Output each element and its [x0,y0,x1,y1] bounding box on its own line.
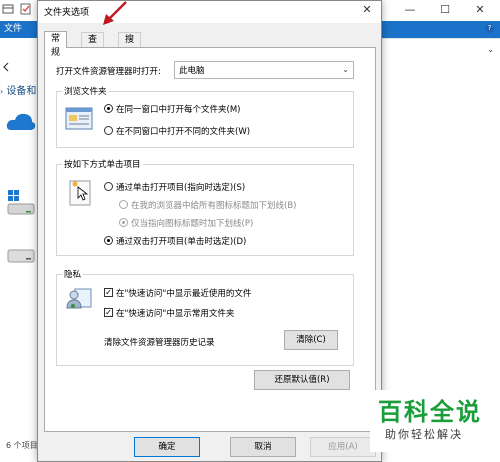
drive-icon[interactable] [6,244,36,266]
devices-section-label[interactable]: › 设备和 [0,82,36,97]
dialog-title-bar: 文件夹选项 ✕ [38,1,381,23]
open-explorer-label: 打开文件资源管理器时打开: [56,67,161,77]
clear-history-label: 清除文件资源管理器历史记录 [104,338,215,348]
same-window-radio[interactable] [104,104,113,113]
tab-view[interactable]: 查看 [81,32,105,59]
frequent-folders-checkbox[interactable]: ✓ [104,308,113,317]
watermark-title: 百科全说 [378,398,482,426]
browse-folders-title: 浏览文件夹 [62,85,109,97]
underline-all-label[interactable]: 在我的浏览器中给所有图标标题加下划线(B) [131,199,296,211]
privacy-users-icon [65,286,93,312]
watermark-subtitle: 助你轻松解决 [385,428,463,441]
tab-general[interactable]: 常规 [44,31,68,58]
close-button[interactable]: ✕ [465,0,495,18]
browse-folders-group: 浏览文件夹 [56,85,354,148]
minimize-button[interactable]: — [395,0,425,18]
help-icon[interactable]: ? [485,24,494,33]
chevron-down-icon: ⌄ [342,65,349,74]
status-bar-text: 6 个项目 [6,441,38,450]
chevron-left-icon[interactable] [2,61,10,73]
open-explorer-value: 此电脑 [179,66,205,76]
recent-files-label[interactable]: 在"快速访问"中显示最近使用的文件 [116,287,251,299]
underline-hover-radio[interactable] [119,218,128,227]
ribbon-expand-chevron-icon[interactable]: ⌄ [487,45,494,54]
dialog-title: 文件夹选项 [44,8,90,18]
recent-files-checkbox[interactable]: ✓ [104,288,113,297]
restore-defaults-button[interactable]: 还原默认值(R) [254,370,350,390]
browse-folders-icon [65,107,93,131]
watermark: 百科全说 助你轻松解决 [370,390,500,452]
single-click-radio[interactable] [104,182,113,191]
apply-button[interactable]: 应用(A) [310,437,376,457]
pointer-hand-icon [69,178,93,208]
new-window-label[interactable]: 在不同窗口中打开不同的文件夹(W) [116,125,250,137]
clear-history-button[interactable]: 清除(C) [284,330,338,350]
double-click-radio[interactable] [104,236,113,245]
underline-all-radio[interactable] [119,200,128,209]
new-window-radio[interactable] [104,126,113,135]
double-click-label[interactable]: 通过双击打开项目(单击时选定)(D) [116,235,246,247]
maximize-button[interactable]: ☐ [430,0,460,18]
ribbon-file-tab[interactable]: 文件 [4,21,22,38]
navigation-pane [0,38,40,452]
chevron-right-icon: › [0,87,4,96]
dialog-close-button[interactable]: ✕ [357,3,377,19]
privacy-title: 隐私 [62,268,84,280]
open-explorer-select[interactable]: 此电脑 ⌄ [174,61,354,79]
tab-search[interactable]: 搜索 [118,32,142,59]
click-items-title: 按如下方式单击项目 [62,158,143,170]
annotation-arrow-icon [103,1,127,25]
single-click-label[interactable]: 通过单击打开项目(指向时选定)(S) [116,181,245,193]
windows-drive-icon[interactable] [6,188,36,218]
same-window-label[interactable]: 在同一窗口中打开每个文件夹(M) [116,103,240,115]
address-bar-divider [378,38,500,39]
quick-access-properties-icon[interactable] [20,3,32,15]
underline-hover-label[interactable]: 仅当指向图标标题时加下划线(P) [131,217,253,229]
cancel-button[interactable]: 取消 [230,437,296,457]
ok-button[interactable]: 确定 [134,437,200,457]
explorer-app-icon [2,3,14,15]
onedrive-cloud-icon[interactable] [6,110,36,134]
folder-options-dialog: 文件夹选项 ✕ 常规 查看 搜索 打开文件资源管理器时打开: 此电脑 ⌄ 浏览文… [37,0,382,462]
frequent-folders-label[interactable]: 在"快速访问"中显示常用文件夹 [116,307,234,319]
